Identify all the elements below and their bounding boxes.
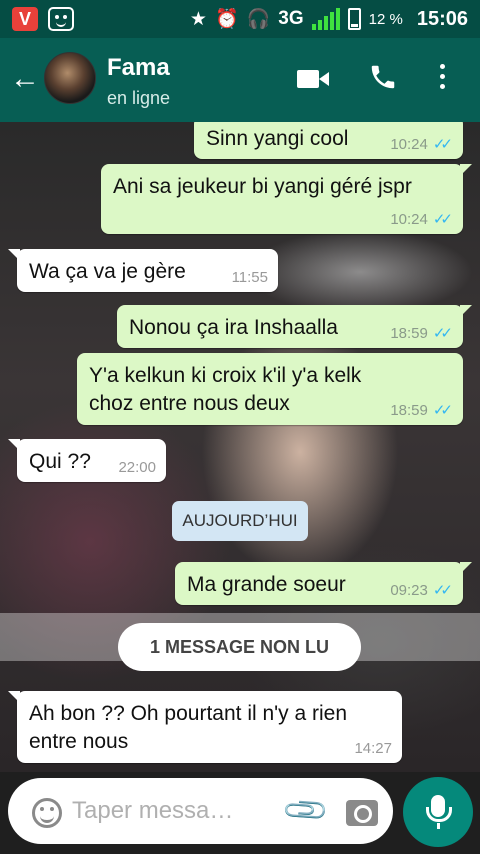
- attachment-icon[interactable]: 📎: [281, 786, 331, 836]
- more-options-icon[interactable]: [440, 64, 446, 94]
- date-divider: AUJOURD’HUI: [172, 501, 308, 541]
- star-icon: ★: [189, 8, 207, 30]
- message-bubble-out[interactable]: Ani sa jeukeur bi yangi géré jspr 10:24 ✓…: [101, 164, 472, 234]
- read-ticks-icon: ✓✓: [432, 582, 453, 599]
- video-call-icon[interactable]: [297, 70, 329, 88]
- read-ticks-icon: ✓✓: [432, 211, 453, 228]
- read-ticks-icon: ✓✓: [432, 402, 453, 419]
- phone-call-icon[interactable]: [368, 62, 398, 97]
- clock: 15:06: [416, 7, 468, 30]
- battery-icon: [347, 8, 361, 30]
- camera-icon[interactable]: [346, 800, 378, 826]
- message-text: Ma grande soeur: [187, 573, 346, 596]
- message-text: Qui ??: [29, 450, 91, 473]
- contact-name[interactable]: Fama: [107, 54, 170, 82]
- message-text: Nonou ça ira Inshaalla: [129, 316, 338, 339]
- contact-status: en ligne: [107, 88, 171, 108]
- message-time: 18:59: [390, 402, 428, 419]
- signal-icon: [311, 8, 340, 30]
- message-bubble-out[interactable]: Y'a kelkun ki croix k'il y'a kelk choz e…: [77, 353, 463, 425]
- message-time: 22:00: [118, 459, 156, 476]
- message-bubble-out[interactable]: Nonou ça ira Inshaalla 18:59 ✓✓: [117, 305, 472, 348]
- arrow-left-icon[interactable]: ←: [10, 64, 40, 94]
- message-time: 10:24: [390, 136, 428, 153]
- message-time: 11:55: [231, 269, 268, 286]
- message-bubble-in[interactable]: Qui ?? 22:00: [8, 439, 166, 482]
- message-text: Wa ça va je gère: [29, 260, 186, 283]
- chat-header: ← Fama en ligne: [0, 38, 480, 122]
- message-bubble-in[interactable]: Ah bon ?? Oh pourtant il n'y a rien entr…: [8, 691, 402, 763]
- emoji-icon[interactable]: [32, 798, 62, 828]
- vivo-app-icon: V: [12, 7, 38, 31]
- message-bubble-in[interactable]: Wa ça va je gère 11:55: [8, 249, 278, 292]
- compose-field[interactable]: 📎: [8, 778, 393, 844]
- message-time: 18:59: [390, 325, 428, 342]
- microphone-icon: [426, 795, 452, 822]
- message-input[interactable]: [72, 794, 262, 828]
- message-text: Ani sa jeukeur bi yangi géré jspr: [113, 175, 412, 198]
- avatar[interactable]: [44, 52, 96, 104]
- chat-area[interactable]: Sinn yangi cool 10:24 ✓✓ Ani sa jeukeur b…: [0, 122, 480, 772]
- alarm-icon: ⏰: [214, 9, 239, 30]
- read-ticks-icon: ✓✓: [432, 136, 453, 153]
- message-time: 14:27: [354, 740, 392, 757]
- battery-percent: 12 %: [368, 10, 403, 28]
- unread-label: 1 MESSAGE NON LU: [118, 623, 361, 671]
- message-text: Ah bon ?? Oh pourtant il n'y a rien entr…: [29, 702, 348, 753]
- network-type: 3G: [278, 8, 304, 29]
- status-bar: V ★ ⏰ 🎧 3G 12 % 15:06: [0, 0, 480, 38]
- message-time: 09:23: [390, 582, 428, 599]
- message-bubble-out[interactable]: Ma grande soeur 09:23 ✓✓: [175, 562, 472, 605]
- read-ticks-icon: ✓✓: [432, 325, 453, 342]
- headphones-icon: 🎧: [246, 9, 271, 30]
- voice-record-button[interactable]: [403, 777, 473, 847]
- message-text: Sinn yangi cool: [206, 127, 349, 150]
- compose-bar: 📎: [0, 772, 480, 854]
- message-time: 10:24: [390, 211, 428, 228]
- message-bubble-out[interactable]: Sinn yangi cool 10:24 ✓✓: [194, 122, 463, 159]
- smiley-app-icon: [48, 7, 74, 31]
- message-text: Y'a kelkun ki croix k'il y'a kelk choz e…: [89, 364, 362, 415]
